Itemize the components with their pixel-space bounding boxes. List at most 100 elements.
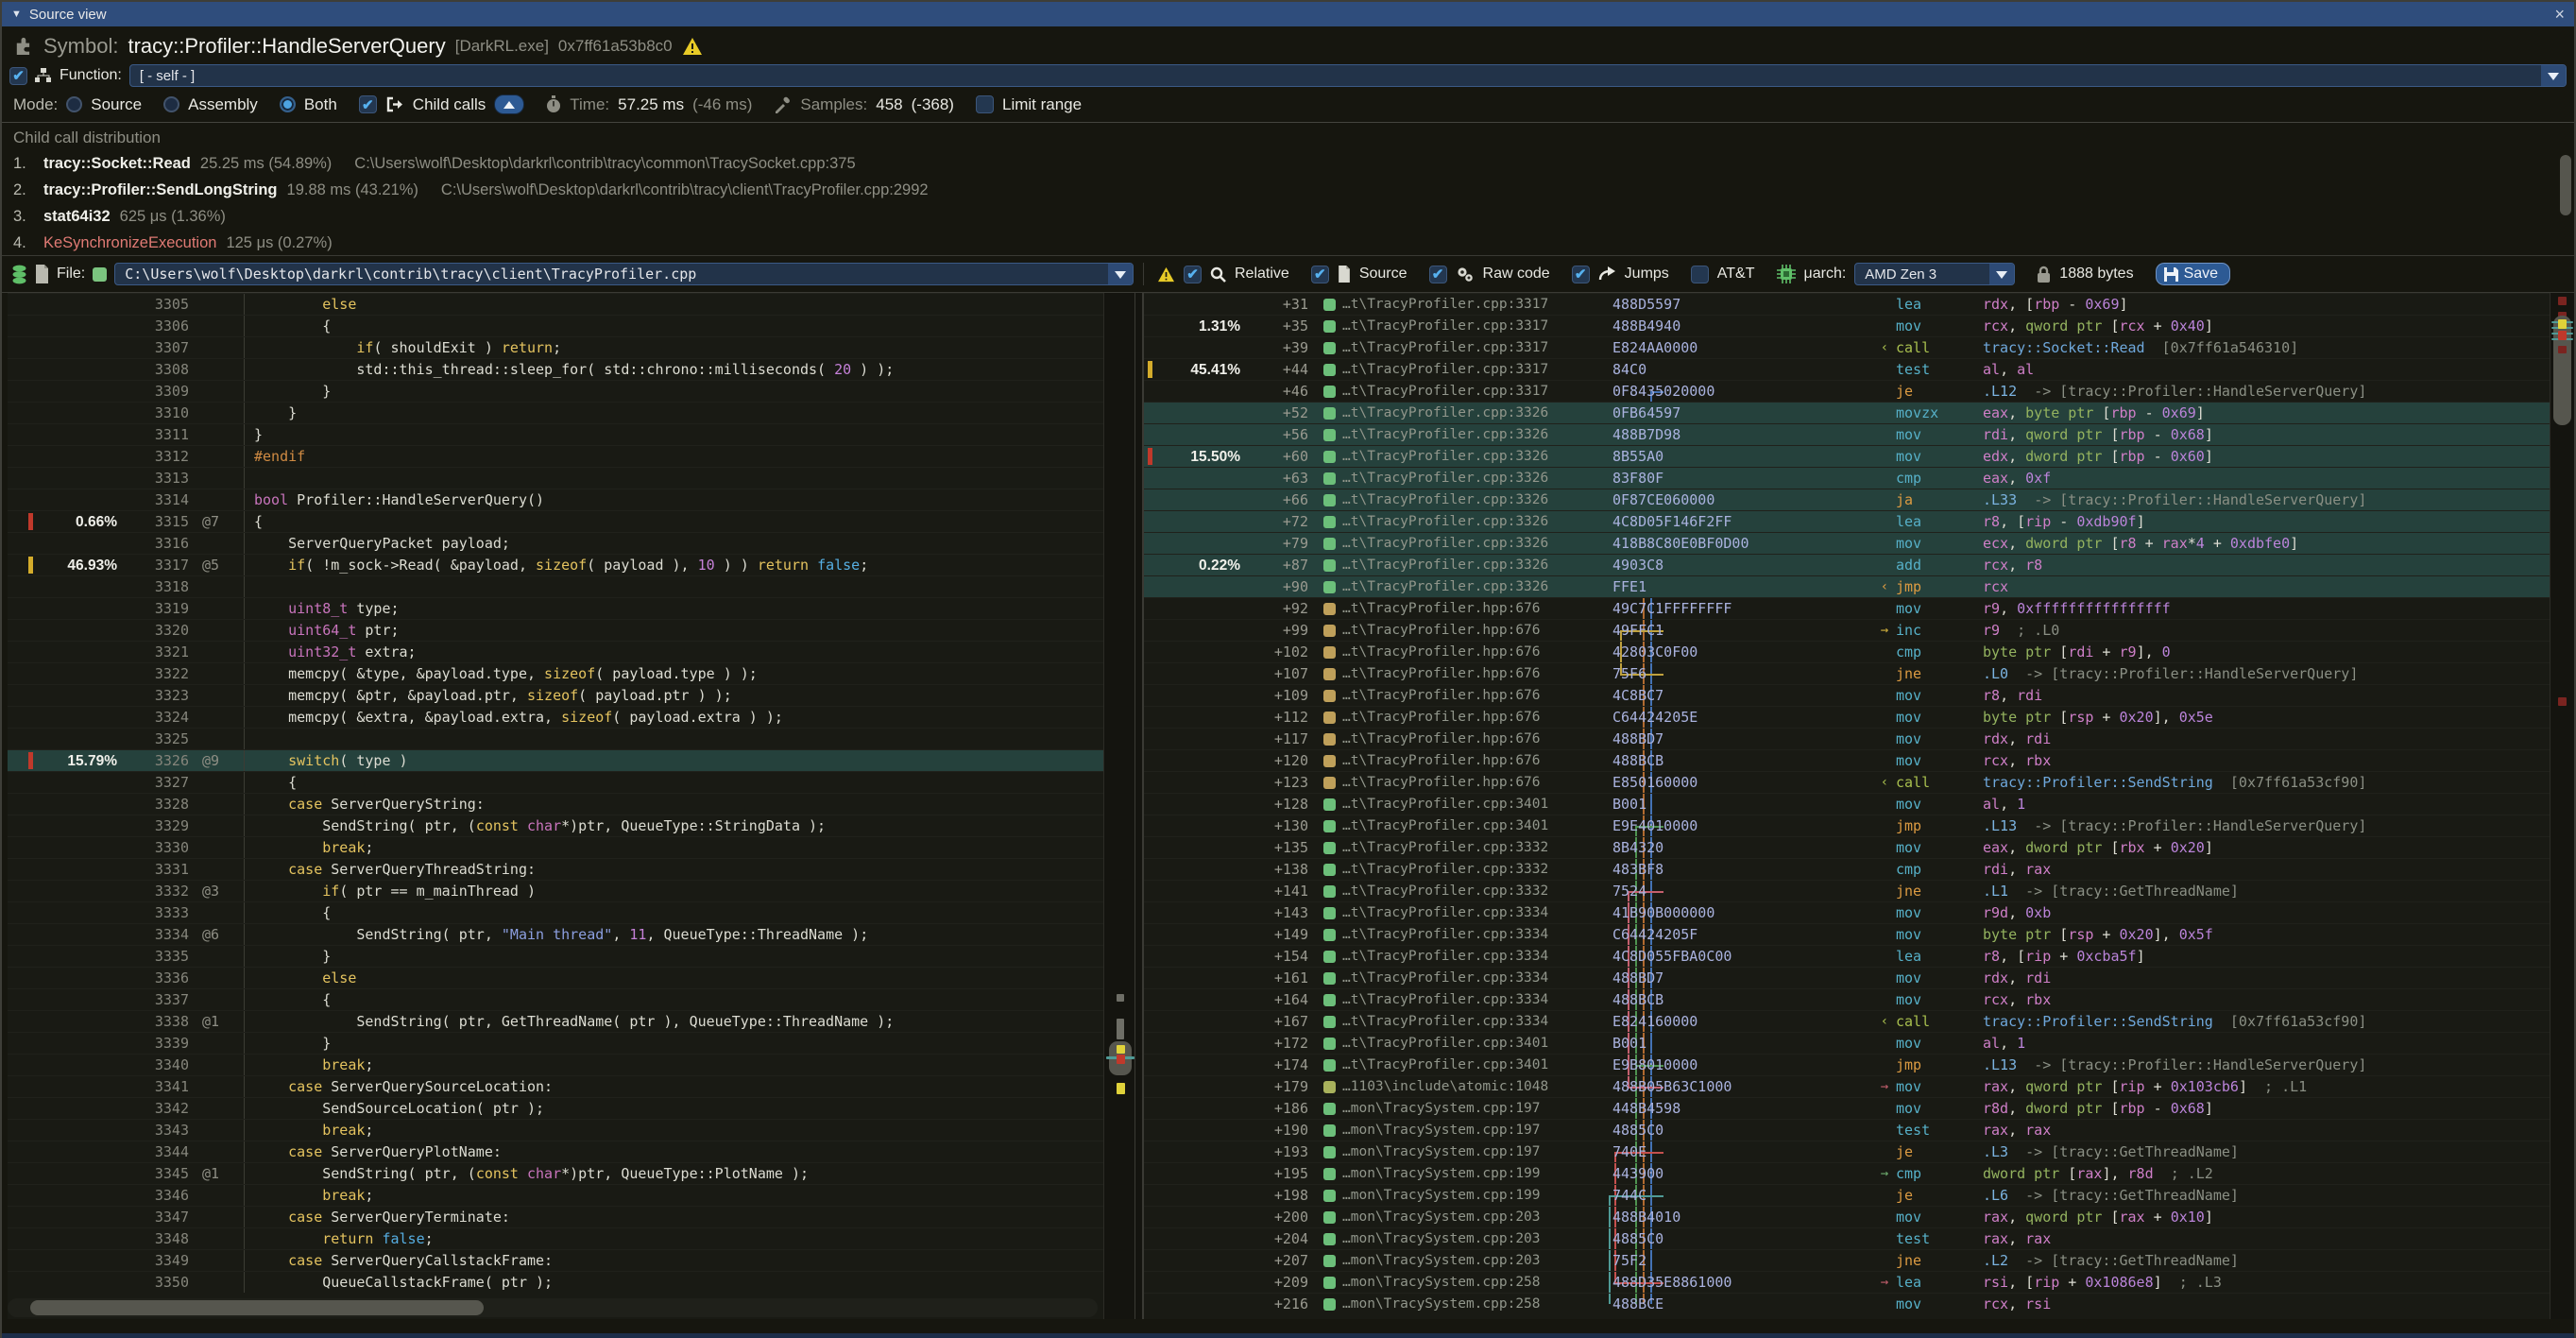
asm-row[interactable]: 15.50%+60…t\TracyProfiler.cpp:33268B55A0… bbox=[1144, 445, 2550, 467]
source-line[interactable]: 3345@1 SendString( ptr, (const char*)ptr… bbox=[8, 1162, 1103, 1184]
source-line[interactable]: 3330 break; bbox=[8, 836, 1103, 858]
ccd-entry[interactable]: 1.tracy::Socket::Read25.25 ms (54.89%)C:… bbox=[13, 155, 2563, 173]
asm-row[interactable]: +66…t\TracyProfiler.cpp:33260F87CE060000… bbox=[1144, 489, 2550, 510]
source-hscrollbar-thumb[interactable] bbox=[30, 1300, 484, 1315]
asm-row[interactable]: +107…t\TracyProfiler.hpp:67675F6jne.L0 -… bbox=[1144, 662, 2550, 684]
asm-row[interactable]: +79…t\TracyProfiler.cpp:3326418B8C80E0BF… bbox=[1144, 532, 2550, 554]
source-line[interactable]: 3338@1 SendString( ptr, GetThreadName( p… bbox=[8, 1010, 1103, 1032]
asm-row[interactable]: +174…t\TracyProfiler.cpp:3401E9B8010000j… bbox=[1144, 1054, 2550, 1075]
asm-row[interactable]: +143…t\TracyProfiler.cpp:333441B90B00000… bbox=[1144, 901, 2550, 923]
source-line[interactable]: 3348 return false; bbox=[8, 1227, 1103, 1249]
asm-row[interactable]: +46…t\TracyProfiler.cpp:33170F8435020000… bbox=[1144, 380, 2550, 402]
source-line[interactable]: 3334@6 SendString( ptr, "Main thread", 1… bbox=[8, 923, 1103, 945]
jumps-checkbox[interactable] bbox=[1572, 266, 1590, 283]
asm-row[interactable]: +209…mon\TracySystem.cpp:258488D35E88610… bbox=[1144, 1271, 2550, 1293]
source-line[interactable]: 3307 if( shouldExit ) return; bbox=[8, 336, 1103, 358]
source-line[interactable]: 3343 break; bbox=[8, 1119, 1103, 1141]
asm-row[interactable]: +149…t\TracyProfiler.cpp:3334C64424205Fm… bbox=[1144, 923, 2550, 945]
ccd-scrollbar[interactable] bbox=[2560, 155, 2571, 215]
source-line[interactable]: 0.66%3315@7{ bbox=[8, 510, 1103, 532]
asm-row[interactable]: +112…t\TracyProfiler.hpp:676C64424205Emo… bbox=[1144, 706, 2550, 728]
asm-row[interactable]: 1.31%+35…t\TracyProfiler.cpp:3317488B494… bbox=[1144, 315, 2550, 336]
source-line[interactable]: 3312#endif bbox=[8, 445, 1103, 467]
asm-row[interactable]: +117…t\TracyProfiler.hpp:676488BD7movrdx… bbox=[1144, 728, 2550, 749]
source-line[interactable]: 3333 { bbox=[8, 901, 1103, 923]
asm-row[interactable]: +141…t\TracyProfiler.cpp:33327524jne.L1 … bbox=[1144, 880, 2550, 901]
asm-row[interactable]: +161…t\TracyProfiler.cpp:3334488BD7movrd… bbox=[1144, 967, 2550, 988]
radio-both[interactable] bbox=[280, 96, 296, 112]
asm-row[interactable]: +99…t\TracyProfiler.hpp:67649FFC1→incr9 … bbox=[1144, 619, 2550, 641]
asm-row[interactable]: +204…mon\TracySystem.cpp:2034885C0testra… bbox=[1144, 1227, 2550, 1249]
source-line[interactable]: 3331 case ServerQueryThreadString: bbox=[8, 858, 1103, 880]
asm-row[interactable]: +63…t\TracyProfiler.cpp:332683F80Fcmpeax… bbox=[1144, 467, 2550, 489]
source-line[interactable]: 3350 QueueCallstackFrame( ptr ); bbox=[8, 1271, 1103, 1293]
source-line[interactable]: 3332@3 if( ptr == m_mainThread ) bbox=[8, 880, 1103, 901]
asm-row[interactable]: +207…mon\TracySystem.cpp:20375F2jne.L2 -… bbox=[1144, 1249, 2550, 1271]
radio-source[interactable] bbox=[66, 96, 82, 112]
source-line[interactable]: 3346 break; bbox=[8, 1184, 1103, 1206]
ccd-entry[interactable]: 2.tracy::Profiler::SendLongString19.88 m… bbox=[13, 181, 2563, 199]
asm-row[interactable]: +52…t\TracyProfiler.cpp:33260FB64597movz… bbox=[1144, 402, 2550, 423]
source-line[interactable]: 3313 bbox=[8, 467, 1103, 489]
pane-divider[interactable] bbox=[1135, 293, 1143, 1319]
source-line[interactable]: 3322 memcpy( &type, &payload.type, sizeo… bbox=[8, 662, 1103, 684]
limit-range-checkbox[interactable] bbox=[976, 95, 994, 113]
source-line[interactable]: 15.79%3326@9 switch( type ) bbox=[8, 749, 1103, 771]
function-checkbox[interactable] bbox=[9, 67, 27, 85]
asm-row[interactable]: +130…t\TracyProfiler.cpp:3401E9E4010000j… bbox=[1144, 815, 2550, 836]
source-line[interactable]: 3339 } bbox=[8, 1032, 1103, 1054]
function-combo[interactable]: [ - self - ] bbox=[129, 64, 2567, 87]
source-line[interactable]: 3340 break; bbox=[8, 1054, 1103, 1075]
march-combo[interactable]: AMD Zen 3 bbox=[1854, 263, 2015, 285]
source-line[interactable]: 3308 std::this_thread::sleep_for( std::c… bbox=[8, 358, 1103, 380]
source-line[interactable]: 3321 uint32_t extra; bbox=[8, 641, 1103, 662]
source-line[interactable]: 3324 memcpy( &extra, &payload.extra, siz… bbox=[8, 706, 1103, 728]
source-line[interactable]: 3344 case ServerQueryPlotName: bbox=[8, 1141, 1103, 1162]
asm-row[interactable]: +102…t\TracyProfiler.hpp:67642803C0F00cm… bbox=[1144, 641, 2550, 662]
source-line[interactable]: 3314bool Profiler::HandleServerQuery() bbox=[8, 489, 1103, 510]
child-calls-checkbox[interactable] bbox=[359, 95, 377, 113]
asm-row[interactable]: +123…t\TracyProfiler.hpp:676E850160000‹c… bbox=[1144, 771, 2550, 793]
source-line[interactable]: 3329 SendString( ptr, (const char*)ptr, … bbox=[8, 815, 1103, 836]
collapse-icon[interactable]: ▼ bbox=[11, 9, 22, 20]
source-line[interactable]: 3310 } bbox=[8, 402, 1103, 423]
source-line[interactable]: 3318 bbox=[8, 575, 1103, 597]
asm-row[interactable]: +167…t\TracyProfiler.cpp:3334E824160000‹… bbox=[1144, 1010, 2550, 1032]
asm-row[interactable]: +31…t\TracyProfiler.cpp:3317488D5597lear… bbox=[1144, 293, 2550, 315]
file-combo[interactable]: C:\Users\wolf\Desktop\darkrl\contrib\tra… bbox=[114, 263, 1134, 285]
source-line[interactable]: 3306 { bbox=[8, 315, 1103, 336]
source-line[interactable]: 3311} bbox=[8, 423, 1103, 445]
asm-row[interactable]: +120…t\TracyProfiler.hpp:676488BCBmovrcx… bbox=[1144, 749, 2550, 771]
asm-row[interactable]: +179…1103\include\atomic:1048488B05B63C1… bbox=[1144, 1075, 2550, 1097]
asm-row[interactable]: +198…mon\TracySystem.cpp:199744Cje.L6 ->… bbox=[1144, 1184, 2550, 1206]
asm-row[interactable]: +186…mon\TracySystem.cpp:197448B4598movr… bbox=[1144, 1097, 2550, 1119]
asm-row[interactable]: +109…t\TracyProfiler.hpp:6764C8BC7movr8,… bbox=[1144, 684, 2550, 706]
ccd-entry[interactable]: 3.stat64i32625 μs (1.36%) bbox=[13, 208, 2563, 226]
source-line[interactable]: 3328 case ServerQueryString: bbox=[8, 793, 1103, 815]
asm-row[interactable]: +39…t\TracyProfiler.cpp:3317E824AA0000‹c… bbox=[1144, 336, 2550, 358]
source-line[interactable]: 3342 SendSourceLocation( ptr ); bbox=[8, 1097, 1103, 1119]
source-line[interactable]: 3305 else bbox=[8, 293, 1103, 315]
ccd-entry[interactable]: 4.KeSynchronizeExecution125 μs (0.27%) bbox=[13, 234, 2563, 252]
asm-row[interactable]: +172…t\TracyProfiler.cpp:3401B001moval, … bbox=[1144, 1032, 2550, 1054]
asm-row[interactable]: +138…t\TracyProfiler.cpp:3332483BF8cmprd… bbox=[1144, 858, 2550, 880]
source-line[interactable]: 3349 case ServerQueryCallstackFrame: bbox=[8, 1249, 1103, 1271]
chevron-down-icon[interactable] bbox=[1108, 264, 1133, 284]
source-checkbox[interactable] bbox=[1311, 266, 1329, 283]
propagate-up-button[interactable] bbox=[494, 94, 524, 114]
source-line[interactable]: 3335 } bbox=[8, 945, 1103, 967]
raw-code-checkbox[interactable] bbox=[1429, 266, 1447, 283]
source-line[interactable]: 3347 case ServerQueryTerminate: bbox=[8, 1206, 1103, 1227]
source-line[interactable]: 3337 { bbox=[8, 988, 1103, 1010]
source-line[interactable]: 3309 } bbox=[8, 380, 1103, 402]
asm-row[interactable]: +193…mon\TracySystem.cpp:197740Eje.L3 ->… bbox=[1144, 1141, 2550, 1162]
asm-row[interactable]: +200…mon\TracySystem.cpp:203488B4010movr… bbox=[1144, 1206, 2550, 1227]
asm-row[interactable]: +135…t\TracyProfiler.cpp:33328B4320movea… bbox=[1144, 836, 2550, 858]
asm-row[interactable]: +90…t\TracyProfiler.cpp:3326FFE1‹jmprcx bbox=[1144, 575, 2550, 597]
relative-checkbox[interactable] bbox=[1184, 266, 1202, 283]
close-icon[interactable]: × bbox=[2554, 6, 2565, 23]
radio-assembly[interactable] bbox=[163, 96, 179, 112]
source-vscrollbar[interactable] bbox=[1103, 293, 1135, 1319]
source-line[interactable]: 3336 else bbox=[8, 967, 1103, 988]
asm-row[interactable]: +56…t\TracyProfiler.cpp:3326488B7D98movr… bbox=[1144, 423, 2550, 445]
